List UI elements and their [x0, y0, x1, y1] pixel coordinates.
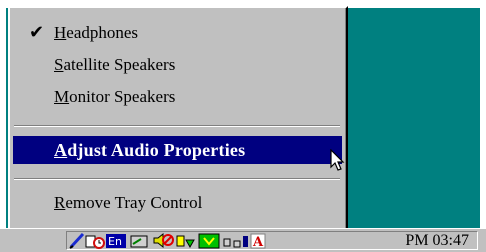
menu-item-label: Adjust Audio Properties	[54, 140, 246, 160]
menu-separator	[14, 125, 340, 127]
taskbar-clock[interactable]: PM 03:47	[405, 232, 469, 250]
menu-item-adjust-audio-properties[interactable]: Adjust Audio Properties	[13, 136, 342, 164]
menu-item-label: Remove Tray Control	[54, 193, 203, 212]
volume-mute-icon[interactable]	[153, 232, 174, 249]
svg-text:A: A	[252, 235, 264, 249]
clock-icon[interactable]	[85, 235, 105, 249]
menu-separator	[14, 178, 340, 180]
menu-item-headphones[interactable]: ✔ Headphones	[13, 19, 342, 47]
monitor-icon[interactable]	[198, 233, 220, 249]
acrobat-icon[interactable]: A	[250, 233, 266, 249]
checkmark-icon: ✔	[29, 22, 45, 43]
app-icon[interactable]	[176, 235, 195, 249]
menu-item-label: Headphones	[54, 23, 139, 42]
menu-item-label: Monitor Speakers	[54, 87, 176, 106]
language-en-icon[interactable]: En	[106, 234, 126, 248]
menu-item-satellite-speakers[interactable]: Satellite Speakers	[13, 51, 342, 79]
system-tray: En A PM 03:47	[66, 231, 478, 250]
language-indicator: En	[108, 235, 122, 248]
pen-icon[interactable]	[69, 232, 85, 249]
mouse-pointer-icon	[330, 149, 345, 171]
menu-item-label: Satellite Speakers	[54, 55, 176, 74]
menu-item-monitor-speakers[interactable]: Monitor Speakers	[13, 83, 342, 111]
taskbar: En A PM 03:47	[0, 228, 486, 252]
audio-context-menu: ✔ Headphones Satellite Speakers Monitor …	[8, 6, 348, 232]
audio-icon[interactable]	[130, 235, 148, 248]
network-icon[interactable]	[223, 236, 248, 248]
menu-item-remove-tray-control[interactable]: Remove Tray Control	[13, 189, 342, 217]
